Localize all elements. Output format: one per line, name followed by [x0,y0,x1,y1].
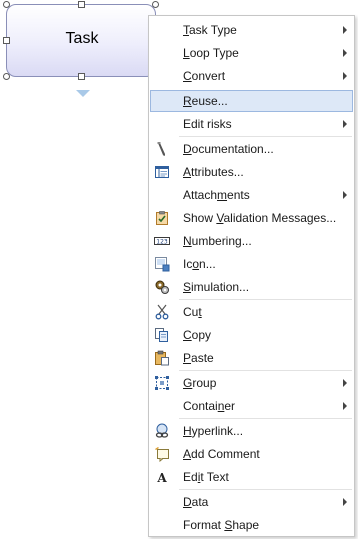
submenu-arrow-icon [343,120,347,128]
connect-arrow-icon[interactable] [76,90,90,97]
menu-item-documentation[interactable]: Documentation... [150,138,353,160]
task-label: Task [65,30,99,47]
icon-picture-icon [154,256,170,272]
menu-separator [179,136,352,137]
resize-handle-bottom-left[interactable] [3,73,10,80]
task-shape[interactable]: Task [6,4,156,77]
numbering-icon: 123 [154,233,170,249]
attributes-table-icon [154,164,170,180]
scissors-icon [154,304,170,320]
menu-item-add-comment[interactable]: Add Comment [150,443,353,465]
menu-item-copy[interactable]: Copy [150,324,353,346]
menu-label: Container [183,399,236,413]
copy-icon [154,327,170,343]
menu-item-edit-text[interactable]: A Edit Text [150,466,353,488]
menu-item-show-validation-messages[interactable]: Show Validation Messages... [150,207,353,229]
group-icon [154,375,170,391]
submenu-arrow-icon [343,49,347,57]
resize-handle-top-right[interactable] [152,1,159,8]
menu-item-edit-risks[interactable]: Edit risks [150,113,353,135]
menu-item-attachments[interactable]: Attachments [150,184,353,206]
paste-icon [154,350,170,366]
menu-item-data[interactable]: Data [150,491,353,513]
menu-item-reuse[interactable]: Reuse... [150,90,353,112]
menu-item-icon[interactable]: Icon... [150,253,353,275]
add-comment-icon [154,446,170,463]
menu-label: Paste [183,351,214,365]
menu-label: Attachments [183,188,250,202]
diagram-canvas[interactable]: Task Task Type Loop Type Convert Reuse..… [0,0,358,539]
svg-text:123: 123 [156,239,168,246]
resize-handle-top-left[interactable] [3,1,10,8]
menu-label: Edit risks [183,117,232,131]
submenu-arrow-icon [343,498,347,506]
menu-separator [179,418,352,419]
menu-item-format-shape[interactable]: Format Shape [150,514,353,536]
menu-label: Group [183,376,217,390]
menu-label: Add Comment [183,447,260,461]
menu-label: Hyperlink... [183,424,244,438]
submenu-arrow-icon [343,379,347,387]
menu-item-container[interactable]: Container [150,395,353,417]
resize-handle-left[interactable] [3,37,10,44]
menu-item-loop-type[interactable]: Loop Type [150,42,353,64]
clipboard-check-icon [154,210,170,226]
menu-item-task-type[interactable]: Task Type [150,19,353,41]
menu-label: Format Shape [183,518,260,532]
menu-item-cut[interactable]: Cut [150,301,353,323]
submenu-arrow-icon [343,26,347,34]
menu-item-group[interactable]: Group [150,372,353,394]
menu-label: Simulation... [183,280,250,294]
menu-item-paste[interactable]: Paste [150,347,353,369]
menu-label: Convert [183,69,226,83]
context-menu: Task Type Loop Type Convert Reuse... Edi… [148,15,355,537]
submenu-arrow-icon [343,72,347,80]
svg-text:A: A [156,471,167,485]
menu-label: Edit Text [183,470,229,484]
menu-item-numbering[interactable]: 123 Numbering... [150,230,353,252]
menu-separator [179,370,352,371]
menu-label: Show Validation Messages... [183,211,337,225]
submenu-arrow-icon [343,402,347,410]
resize-handle-bottom[interactable] [78,73,85,80]
submenu-arrow-icon [343,191,347,199]
menu-item-hyperlink[interactable]: Hyperlink... [150,420,353,442]
menu-label: Copy [183,328,212,342]
menu-item-simulation[interactable]: Simulation... [150,276,353,298]
menu-label: Task Type [183,23,237,37]
simulation-gear-icon [154,279,170,295]
pencil-icon [154,141,170,157]
menu-label: Data [183,495,209,509]
menu-label: Attributes... [183,165,244,179]
menu-label: Reuse... [183,94,228,108]
edit-text-icon: A [154,469,170,485]
menu-label: Loop Type [183,46,239,60]
menu-label: Icon... [183,257,216,271]
menu-item-convert[interactable]: Convert [150,65,353,87]
resize-handle-top[interactable] [78,1,85,8]
menu-separator [179,299,352,300]
menu-item-attributes[interactable]: Attributes... [150,161,353,183]
menu-label: Numbering... [183,234,252,248]
menu-label: Cut [183,305,202,319]
menu-separator [179,489,352,490]
menu-label: Documentation... [183,142,274,156]
hyperlink-chain-icon [154,423,170,439]
